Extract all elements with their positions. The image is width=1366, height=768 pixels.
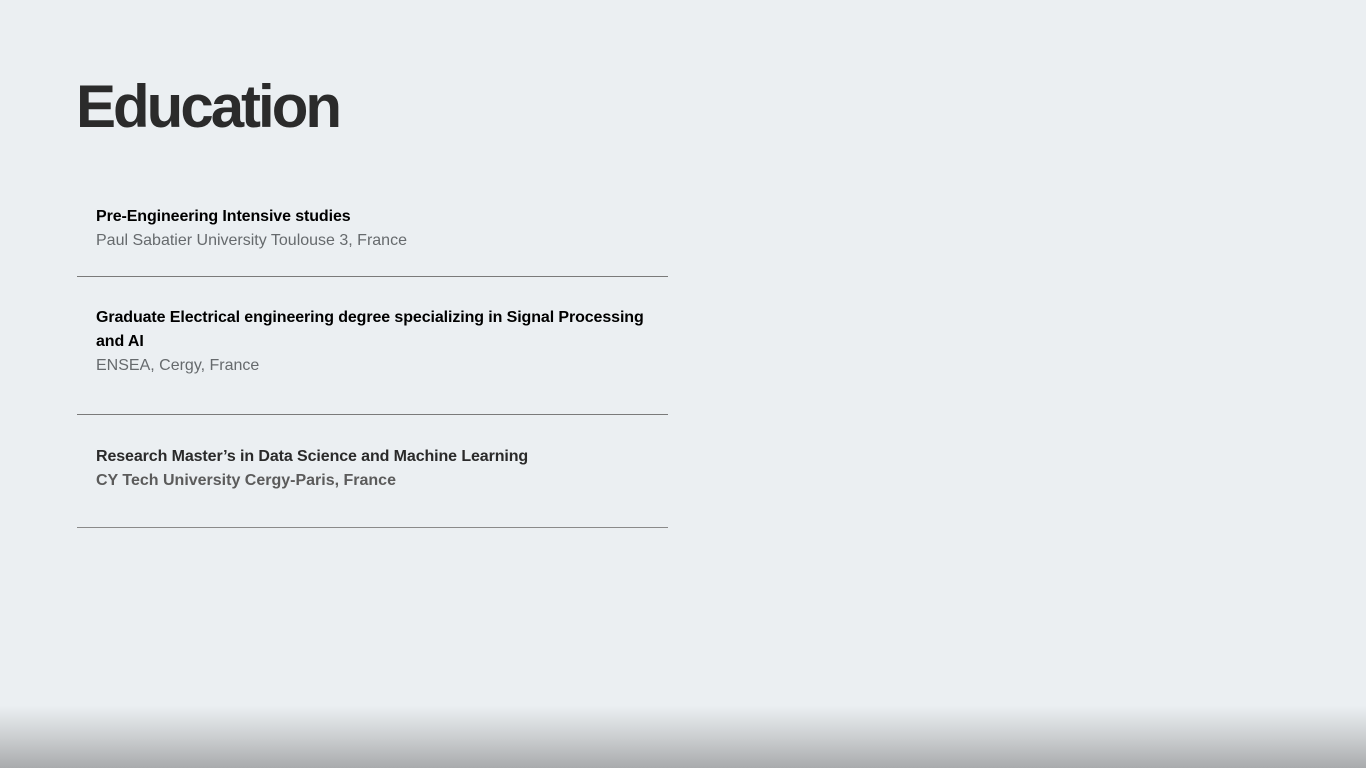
education-item: Pre-Engineering Intensive studies Paul S… xyxy=(77,190,668,277)
education-item: Research Master’s in Data Science and Ma… xyxy=(77,415,668,528)
education-degree: Research Master’s in Data Science and Ma… xyxy=(96,448,529,465)
education-school: ENSEA, Cergy, France xyxy=(96,357,260,374)
education-school: Paul Sabatier University Toulouse 3, Fra… xyxy=(96,232,407,249)
education-degree: Pre-Engineering Intensive studies xyxy=(96,208,351,225)
education-list: Pre-Engineering Intensive studies Paul S… xyxy=(77,190,668,528)
education-degree: Graduate Electrical engineering degree s… xyxy=(96,309,644,350)
footer-gradient xyxy=(0,706,1366,768)
page-title: Education xyxy=(76,73,342,140)
education-item: Graduate Electrical engineering degree s… xyxy=(77,277,668,415)
education-school: CY Tech University Cergy-Paris, France xyxy=(96,472,396,489)
